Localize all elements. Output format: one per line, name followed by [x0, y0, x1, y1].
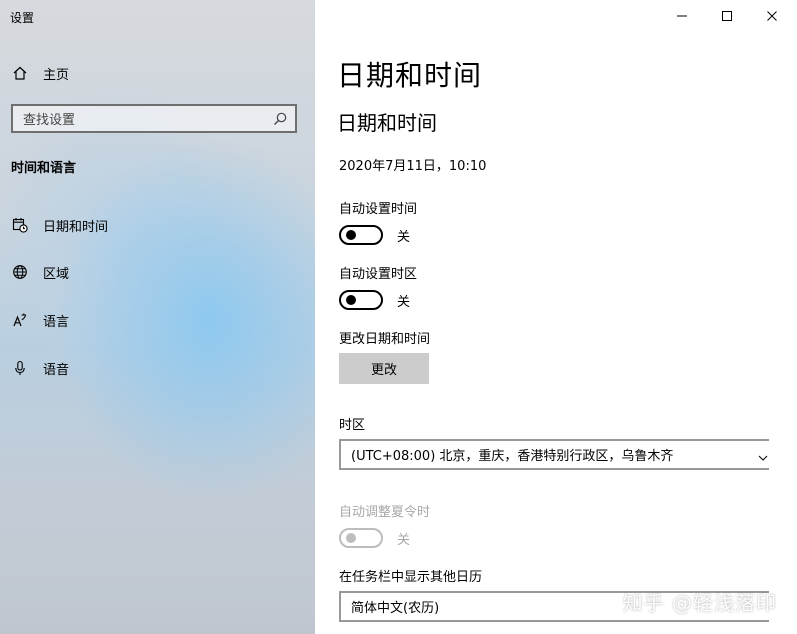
dst-row: 关	[339, 528, 410, 548]
sidebar-item-language[interactable]: 语言	[0, 300, 315, 340]
sidebar-item-date-time[interactable]: 日期和时间	[0, 205, 315, 245]
language-icon	[11, 311, 29, 329]
close-button[interactable]	[749, 0, 795, 32]
auto-timezone-toggle[interactable]	[339, 290, 383, 310]
toggle-knob	[346, 533, 356, 543]
minimize-icon	[676, 7, 688, 26]
sidebar: 设置 主页 查找设置 时间和语言 日期和时间 区域 语言 语音	[0, 0, 315, 634]
calendar-clock-icon	[11, 216, 29, 234]
sidebar-item-region[interactable]: 区域	[0, 252, 315, 292]
watermark: 知乎 @轻浅落印	[622, 591, 777, 615]
sidebar-item-home[interactable]: 主页	[0, 53, 315, 93]
dst-label: 自动调整夏令时	[339, 505, 431, 520]
auto-time-label: 自动设置时间	[339, 202, 418, 217]
auto-time-row: 关	[339, 225, 410, 245]
toggle-knob	[346, 230, 356, 240]
dst-toggle[interactable]	[339, 528, 383, 548]
sidebar-item-speech[interactable]: 语音	[0, 348, 315, 388]
globe-icon	[11, 263, 29, 281]
auto-time-state: 关	[397, 229, 411, 245]
main-content: 日期和时间 日期和时间 2020年7月11日，10:10 自动设置时间 关 自动…	[315, 0, 797, 634]
microphone-icon	[11, 359, 29, 377]
maximize-button[interactable]	[704, 0, 750, 32]
sidebar-item-label: 语音	[43, 362, 70, 378]
sidebar-item-label: 日期和时间	[43, 219, 109, 235]
chevron-down-icon	[757, 449, 769, 461]
section-title: 日期和时间	[337, 111, 437, 135]
timezone-label: 时区	[339, 418, 366, 433]
other-calendar-label: 在任务栏中显示其他日历	[339, 570, 483, 585]
close-icon	[766, 7, 778, 26]
search-icon[interactable]	[272, 111, 288, 127]
sidebar-item-label: 语言	[43, 314, 70, 330]
auto-timezone-label: 自动设置时区	[339, 267, 418, 282]
home-icon	[11, 64, 29, 82]
toggle-knob	[346, 295, 356, 305]
auto-timezone-row: 关	[339, 290, 410, 310]
maximize-icon	[721, 7, 733, 26]
settings-window: 设置 主页 查找设置 时间和语言 日期和时间 区域 语言 语音 日期和时间 日期…	[0, 0, 797, 634]
section-title: 时间和语言	[11, 161, 77, 176]
auto-time-toggle[interactable]	[339, 225, 383, 245]
change-button[interactable]: 更改	[339, 353, 429, 384]
sidebar-item-label: 主页	[43, 67, 70, 83]
current-datetime: 2020年7月11日，10:10	[339, 159, 487, 174]
search-input[interactable]: 查找设置	[11, 104, 297, 133]
sidebar-item-label: 区域	[43, 266, 70, 282]
app-title: 设置	[10, 11, 35, 25]
change-datetime-label: 更改日期和时间	[339, 332, 431, 347]
minimize-button[interactable]	[659, 0, 705, 32]
page-title: 日期和时间	[337, 59, 483, 92]
search-placeholder: 查找设置	[23, 113, 76, 128]
timezone-value: (UTC+08:00) 北京，重庆，香港特别行政区，乌鲁木齐	[351, 449, 674, 464]
timezone-select[interactable]: (UTC+08:00) 北京，重庆，香港特别行政区，乌鲁木齐	[339, 439, 769, 470]
auto-timezone-state: 关	[397, 294, 411, 310]
dst-state: 关	[397, 532, 411, 548]
